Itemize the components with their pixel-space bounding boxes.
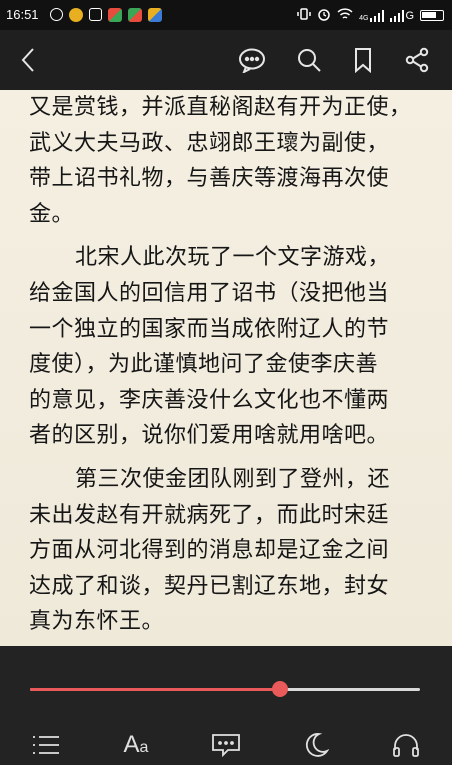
carrier-label: G (405, 9, 414, 22)
share-button[interactable] (395, 30, 439, 90)
text-line: 的意见，李庆善没什么文化也不懂两 (29, 387, 390, 413)
text-line: 又是赏钱，并派直秘阁赵有开为正使， (29, 95, 412, 120)
search-icon (298, 49, 321, 72)
bottom-nav: Aa (0, 728, 452, 762)
night-mode-moon-icon (305, 733, 329, 757)
font-size-icon: Aa (124, 731, 149, 759)
text-line: 北宋人此次玩了一个文字游戏， (75, 245, 391, 271)
app-notification-icon (128, 8, 142, 22)
back-icon (21, 48, 34, 72)
table-of-contents-icon (33, 736, 59, 754)
app-notification-icon (69, 8, 83, 22)
signal-g-icon: G (390, 9, 414, 22)
table-of-contents-button[interactable] (26, 728, 66, 762)
signal-4g-icon: 4G (359, 9, 385, 22)
text-line: 第三次使金团队刚到了登州，还 (75, 466, 391, 492)
reader-toolbar (0, 30, 452, 90)
progress-thumb[interactable] (271, 681, 288, 697)
text-line: 一个独立的国家而当成依附辽人的节 (29, 316, 390, 342)
search-button[interactable] (287, 30, 331, 90)
text-line: 金。 (29, 201, 75, 227)
status-bar: 16:51 4G G (0, 0, 452, 30)
text-line: 真为东怀王。 (29, 609, 165, 635)
text-line: 度使），为此谨慎地问了金使李庆善 (29, 352, 379, 378)
font-size-button[interactable]: Aa (116, 728, 156, 762)
progress-slider[interactable] (30, 681, 420, 697)
text-line: 未出发赵有开就病死了，而此时宋廷 (29, 502, 390, 528)
lock-icon (50, 8, 63, 21)
listen-headphones-icon (393, 734, 419, 757)
listen-button[interactable] (386, 728, 426, 762)
comments-button[interactable] (230, 30, 274, 90)
comment-bubble-icon (239, 48, 265, 73)
vibrate-icon (297, 7, 311, 24)
progress-fill (30, 688, 280, 691)
bookmark-button[interactable] (341, 30, 385, 90)
text-line: 武义大夫马政、忠翊郎王瓌为副使， (29, 130, 390, 156)
font-label-large: A (123, 731, 140, 758)
share-icon (405, 47, 429, 73)
bookmark-icon (355, 48, 371, 73)
wifi-icon (337, 7, 353, 24)
text-line: 达成了和谈，契丹已割辽东地，封女 (29, 573, 390, 599)
text-line: 者的区别，说你们爱用啥就用啥吧。 (29, 423, 390, 449)
alarm-icon (317, 7, 331, 24)
screenshot-icon (89, 8, 102, 21)
app-notification-icon (148, 8, 162, 22)
font-label-small: a (139, 739, 149, 756)
reader-bottom-panel: Aa (0, 646, 452, 765)
text-line: 带上诏书礼物，与善庆等渡海再次使 (29, 166, 390, 192)
night-mode-button[interactable] (296, 728, 336, 762)
back-button[interactable] (6, 30, 50, 90)
comment-button[interactable] (206, 728, 246, 762)
battery-icon (420, 10, 444, 21)
text-line: 给金国人的回信用了诏书（没把他当 (29, 280, 390, 306)
network-label: 4G (359, 14, 369, 22)
status-indicators: 4G G (297, 7, 444, 24)
notification-icons (50, 8, 162, 22)
app-notification-icon (108, 8, 122, 22)
reading-area[interactable]: 又是赏钱，并派直秘阁赵有开为正使， 武义大夫马政、忠翊郎王瓌为副使， 带上诏书礼物，… (0, 90, 452, 646)
comment-icon (212, 734, 240, 757)
text-line: 方面从河北得到的消息却是辽金之间 (29, 538, 390, 564)
status-time: 16:51 (6, 7, 39, 22)
